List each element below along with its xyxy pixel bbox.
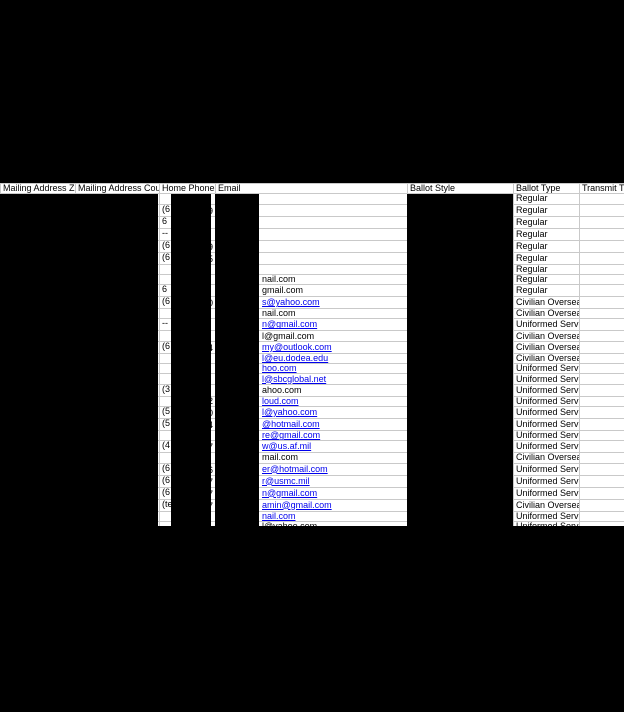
cell-transmit[interactable] <box>580 240 624 252</box>
email-text: mail.com <box>262 453 298 463</box>
email-link[interactable]: l@sbcglobal.net <box>262 374 326 384</box>
cell-transmit[interactable] <box>580 418 624 430</box>
email-text: ahoo.com <box>262 385 302 395</box>
col-header-email[interactable]: Email <box>216 184 408 194</box>
cell-type[interactable]: Regular <box>514 216 580 228</box>
redaction-bar <box>407 194 513 529</box>
cell-type[interactable]: Regular <box>514 194 580 204</box>
email-text: nail.com <box>262 309 296 319</box>
email-link[interactable]: @hotmail.com <box>262 419 320 429</box>
cell-type[interactable]: Regular <box>514 240 580 252</box>
cell-type[interactable]: Uniformed Service <box>514 475 580 487</box>
cell-transmit[interactable] <box>580 204 624 216</box>
cell-transmit[interactable] <box>580 331 624 341</box>
cell-transmit[interactable] <box>580 353 624 363</box>
cell-transmit[interactable] <box>580 511 624 521</box>
cell-transmit[interactable] <box>580 252 624 264</box>
col-header-trans[interactable]: Transmit Type <box>580 184 624 194</box>
cell-type[interactable]: Uniformed Service <box>514 487 580 499</box>
email-link[interactable]: l@eu.dodea.edu <box>262 353 328 363</box>
cell-type[interactable]: Regular <box>514 204 580 216</box>
redaction-bar <box>0 526 624 712</box>
cell-type[interactable]: Regular <box>514 252 580 264</box>
col-header-country[interactable]: Mailing Address Country <box>76 184 160 194</box>
cell-type[interactable]: Civilian Overseas <box>514 297 580 309</box>
cell-type[interactable]: Regular <box>514 274 580 284</box>
email-text: l@gmail.com <box>262 331 314 341</box>
cell-transmit[interactable] <box>580 396 624 406</box>
cell-transmit[interactable] <box>580 319 624 331</box>
cell-type[interactable]: Uniformed Service <box>514 406 580 418</box>
cell-type[interactable]: Uniformed Service <box>514 384 580 396</box>
email-link[interactable]: loud.com <box>262 396 299 406</box>
col-header-style[interactable]: Ballot Style <box>408 184 514 194</box>
cell-type[interactable]: Uniformed Service <box>514 396 580 406</box>
cell-transmit[interactable] <box>580 297 624 309</box>
email-link[interactable]: er@hotmail.com <box>262 464 328 474</box>
header-row: Mailing Address Zip Mailing Address Coun… <box>1 184 624 194</box>
cell-transmit[interactable] <box>580 341 624 353</box>
email-link[interactable]: nail.com <box>262 511 296 521</box>
cell-transmit[interactable] <box>580 475 624 487</box>
col-header-zip[interactable]: Mailing Address Zip <box>1 184 76 194</box>
cell-transmit[interactable] <box>580 194 624 204</box>
cell-transmit[interactable] <box>580 264 624 274</box>
cell-transmit[interactable] <box>580 463 624 475</box>
cell-transmit[interactable] <box>580 228 624 240</box>
email-link[interactable]: l@yahoo.com <box>262 407 317 417</box>
cell-transmit[interactable] <box>580 430 624 440</box>
cell-type[interactable]: Regular <box>514 264 580 274</box>
cell-transmit[interactable] <box>580 374 624 384</box>
cell-transmit[interactable] <box>580 309 624 319</box>
cell-transmit[interactable] <box>580 285 624 297</box>
email-link[interactable]: re@gmail.com <box>262 430 320 440</box>
cell-transmit[interactable] <box>580 441 624 453</box>
cell-type[interactable]: Uniformed Service <box>514 511 580 521</box>
cell-type[interactable]: Civilian Overseas <box>514 331 580 341</box>
cell-transmit[interactable] <box>580 487 624 499</box>
cell-type[interactable]: Civilian Overseas <box>514 353 580 363</box>
cell-type[interactable]: Uniformed Service <box>514 463 580 475</box>
cell-type[interactable]: Civilian Overseas <box>514 499 580 511</box>
email-link[interactable]: hoo.com <box>262 364 297 374</box>
col-header-phone[interactable]: Home Phone <box>160 184 216 194</box>
col-header-type[interactable]: Ballot Type <box>514 184 580 194</box>
cell-transmit[interactable] <box>580 364 624 374</box>
redaction-bar <box>215 194 259 529</box>
email-link[interactable]: n@gmail.com <box>262 319 317 329</box>
cell-transmit[interactable] <box>580 384 624 396</box>
email-link[interactable]: amin@gmail.com <box>262 500 332 510</box>
cell-transmit[interactable] <box>580 216 624 228</box>
cell-transmit[interactable] <box>580 274 624 284</box>
cell-type[interactable]: Uniformed Service <box>514 364 580 374</box>
email-link[interactable]: r@usmc.mil <box>262 476 310 486</box>
email-link[interactable]: w@us.af.mil <box>262 441 311 451</box>
cell-type[interactable]: Uniformed Service <box>514 374 580 384</box>
cell-transmit[interactable] <box>580 406 624 418</box>
email-text: gmail.com <box>262 285 303 295</box>
email-text: nail.com <box>262 274 296 284</box>
cell-type[interactable]: Civilian Overseas <box>514 341 580 353</box>
cell-type[interactable]: Civilian Overseas <box>514 453 580 463</box>
cell-transmit[interactable] <box>580 453 624 463</box>
cell-type[interactable]: Uniformed Service <box>514 430 580 440</box>
cell-type[interactable]: Civilian Overseas <box>514 309 580 319</box>
cell-type[interactable]: Regular <box>514 228 580 240</box>
cell-transmit[interactable] <box>580 499 624 511</box>
cell-type[interactable]: Uniformed Service <box>514 441 580 453</box>
email-link[interactable]: s@yahoo.com <box>262 297 320 307</box>
cell-type[interactable]: Uniformed Service <box>514 418 580 430</box>
redaction-bar <box>171 194 211 529</box>
email-link[interactable]: my@outlook.com <box>262 342 332 352</box>
email-link[interactable]: n@gmail.com <box>262 488 317 498</box>
redaction-bar <box>0 194 158 529</box>
cell-type[interactable]: Uniformed Service <box>514 319 580 331</box>
cell-type[interactable]: Regular <box>514 285 580 297</box>
